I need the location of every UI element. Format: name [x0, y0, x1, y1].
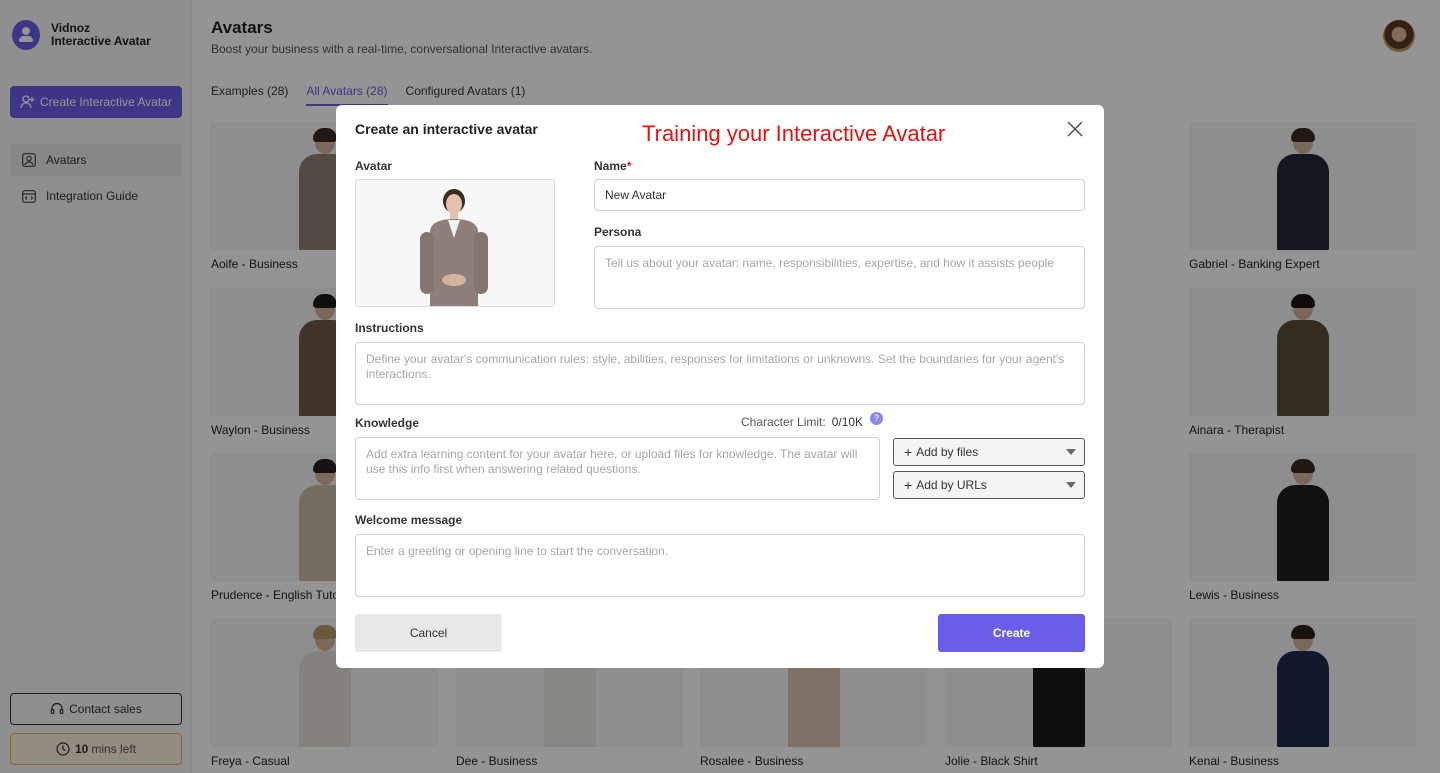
- avatar-field-label: Avatar: [355, 159, 392, 173]
- add-by-urls-label: Add by URLs: [916, 478, 987, 492]
- instructions-field-label: Instructions: [355, 321, 424, 335]
- create-avatar-dialog: Create an interactive avatar Training yo…: [336, 105, 1104, 668]
- cancel-button[interactable]: Cancel: [355, 614, 502, 652]
- add-by-files-label: Add by files: [916, 445, 979, 459]
- dropdown-arrow-icon: [1066, 449, 1076, 455]
- plus-icon: +: [904, 444, 913, 460]
- knowledge-placeholder: Add extra learning content for your avat…: [366, 447, 858, 476]
- add-by-files-button[interactable]: + Add by files: [893, 438, 1085, 466]
- persona-placeholder: Tell us about your avatar: name, respons…: [605, 256, 1054, 270]
- help-icon[interactable]: ?: [870, 411, 884, 425]
- welcome-message-textarea[interactable]: Enter a greeting or opening line to star…: [355, 534, 1085, 597]
- welcome-message-placeholder: Enter a greeting or opening line to star…: [366, 544, 669, 558]
- character-limit: Character Limit: 0/10K ?: [741, 411, 884, 429]
- character-limit-label: Character Limit:: [741, 415, 826, 429]
- add-by-urls-button[interactable]: + Add by URLs: [893, 471, 1085, 499]
- avatar-preview-image: [356, 180, 554, 306]
- instructions-placeholder: Define your avatar's communication rules…: [366, 352, 1065, 381]
- required-marker: *: [626, 159, 632, 173]
- persona-textarea[interactable]: Tell us about your avatar: name, respons…: [594, 246, 1085, 309]
- welcome-message-field-label: Welcome message: [355, 513, 463, 527]
- name-field-label-text: Name: [594, 159, 627, 173]
- knowledge-textarea[interactable]: Add extra learning content for your avat…: [355, 437, 880, 500]
- close-icon: [1067, 121, 1083, 137]
- close-button[interactable]: [1065, 119, 1085, 139]
- plus-icon: +: [904, 477, 913, 493]
- dialog-annotation: Training your Interactive Avatar: [642, 121, 946, 146]
- name-input[interactable]: New Avatar: [594, 179, 1085, 211]
- name-field-label: Name*: [594, 159, 631, 173]
- character-limit-value: 0/10K: [831, 415, 864, 429]
- create-button[interactable]: Create: [938, 614, 1085, 652]
- persona-field-label: Persona: [594, 225, 642, 239]
- dialog-title: Create an interactive avatar: [355, 121, 538, 137]
- knowledge-field-label: Knowledge: [355, 416, 420, 430]
- dropdown-arrow-icon: [1066, 482, 1076, 488]
- avatar-preview[interactable]: [355, 179, 555, 307]
- instructions-textarea[interactable]: Define your avatar's communication rules…: [355, 342, 1085, 405]
